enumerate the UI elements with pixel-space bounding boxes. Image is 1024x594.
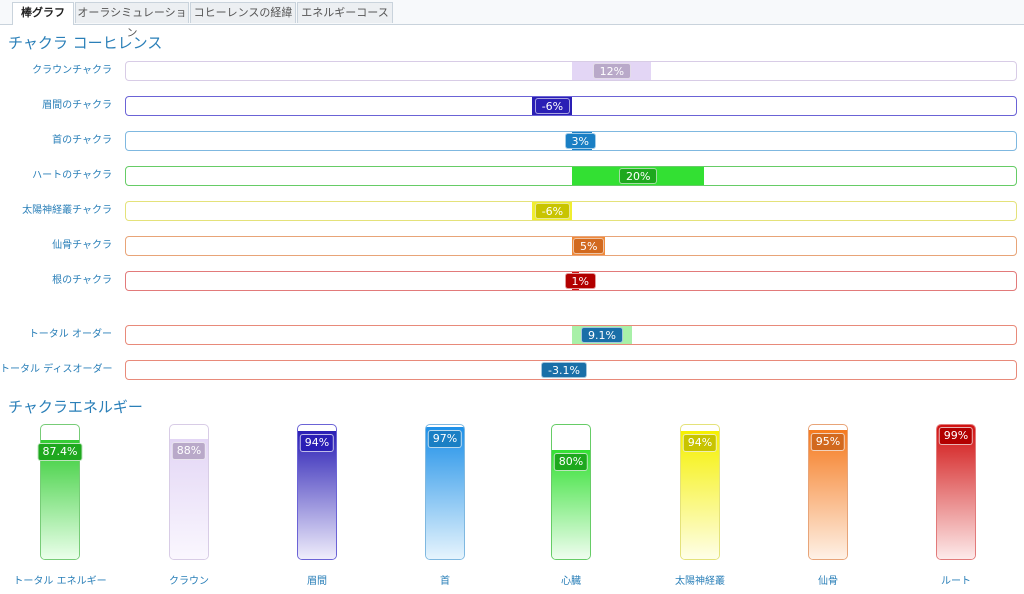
energy-label-3: 首 bbox=[440, 576, 450, 587]
energy-value-badge-7: 99% bbox=[938, 427, 974, 446]
coherence-row-track-6: 1% bbox=[125, 271, 1017, 291]
coherence-total-track-0: 9.1% bbox=[125, 325, 1017, 345]
energy-value-badge-2: 94% bbox=[299, 434, 335, 453]
coherence-row-value-badge-2: 3% bbox=[564, 133, 596, 149]
coherence-total-value-badge-0: 9.1% bbox=[581, 327, 623, 343]
energy-value-badge-1: 88% bbox=[171, 442, 207, 461]
tab-aura-simulation[interactable]: オーラシミュレーション bbox=[75, 2, 189, 39]
coherence-row-value-badge-3: 20% bbox=[619, 168, 658, 184]
tab-strip: 棒グラフ オーラシミュレーション コヒーレンスの経緯 エネルギーコース bbox=[0, 0, 1024, 39]
coherence-total-label-0: トータル オーダー bbox=[28, 329, 112, 340]
energy-value-badge-5: 94% bbox=[682, 434, 718, 453]
energy-label-2: 眉間 bbox=[307, 576, 327, 587]
energy-label-1: クラウン bbox=[169, 576, 209, 587]
energy-value-badge-0: 87.4% bbox=[37, 443, 83, 462]
coherence-title: チャクラ コーヒレンス bbox=[8, 34, 163, 52]
coherence-row-track-5: 5% bbox=[125, 236, 1017, 256]
coherence-row-track-1: -6% bbox=[125, 96, 1017, 116]
energy-value-badge-3: 97% bbox=[427, 430, 463, 449]
coherence-row-value-badge-0: 12% bbox=[592, 63, 632, 79]
energy-label-0: トータル エネルギー bbox=[13, 576, 107, 587]
energy-label-5: 太陽神経叢 bbox=[675, 576, 725, 587]
coherence-row-track-0: 12% bbox=[125, 61, 1017, 81]
coherence-row-value-badge-1: -6% bbox=[534, 98, 571, 114]
coherence-row-label-5: 仙骨チャクラ bbox=[52, 240, 112, 251]
coherence-row-track-3: 20% bbox=[125, 166, 1017, 186]
energy-label-7: ルート bbox=[941, 576, 971, 587]
coherence-row-label-6: 根のチャクラ bbox=[52, 275, 112, 286]
energy-title: チャクラエネルギー bbox=[8, 398, 143, 416]
coherence-row-track-4: -6% bbox=[125, 201, 1017, 221]
coherence-total-label-1: トータル ディスオーダー bbox=[0, 364, 113, 375]
coherence-row-label-1: 眉間のチャクラ bbox=[42, 100, 112, 111]
energy-bar-4 bbox=[551, 424, 591, 560]
coherence-row-label-2: 首のチャクラ bbox=[52, 135, 112, 146]
tab-energy-course[interactable]: エネルギーコース bbox=[297, 2, 393, 23]
tab-coherence-history[interactable]: コヒーレンスの経緯 bbox=[190, 2, 296, 23]
energy-label-4: 心臓 bbox=[561, 576, 581, 587]
coherence-row-label-4: 太陽神経叢チャクラ bbox=[22, 205, 112, 216]
energy-value-badge-6: 95% bbox=[810, 432, 846, 451]
coherence-row-value-badge-6: 1% bbox=[564, 273, 596, 289]
tab-bar-chart[interactable]: 棒グラフ bbox=[12, 2, 74, 25]
coherence-row-value-badge-5: 5% bbox=[573, 238, 605, 254]
coherence-row-label-0: クラウンチャクラ bbox=[32, 65, 112, 76]
coherence-row-track-2: 3% bbox=[125, 131, 1017, 151]
coherence-total-track-1: -3.1% bbox=[125, 360, 1017, 380]
coherence-row-label-3: ハートのチャクラ bbox=[32, 170, 112, 181]
energy-label-6: 仙骨 bbox=[818, 576, 838, 587]
energy-value-badge-4: 80% bbox=[553, 453, 589, 472]
coherence-total-value-badge-1: -3.1% bbox=[541, 362, 587, 378]
coherence-row-value-badge-4: -6% bbox=[534, 203, 571, 219]
